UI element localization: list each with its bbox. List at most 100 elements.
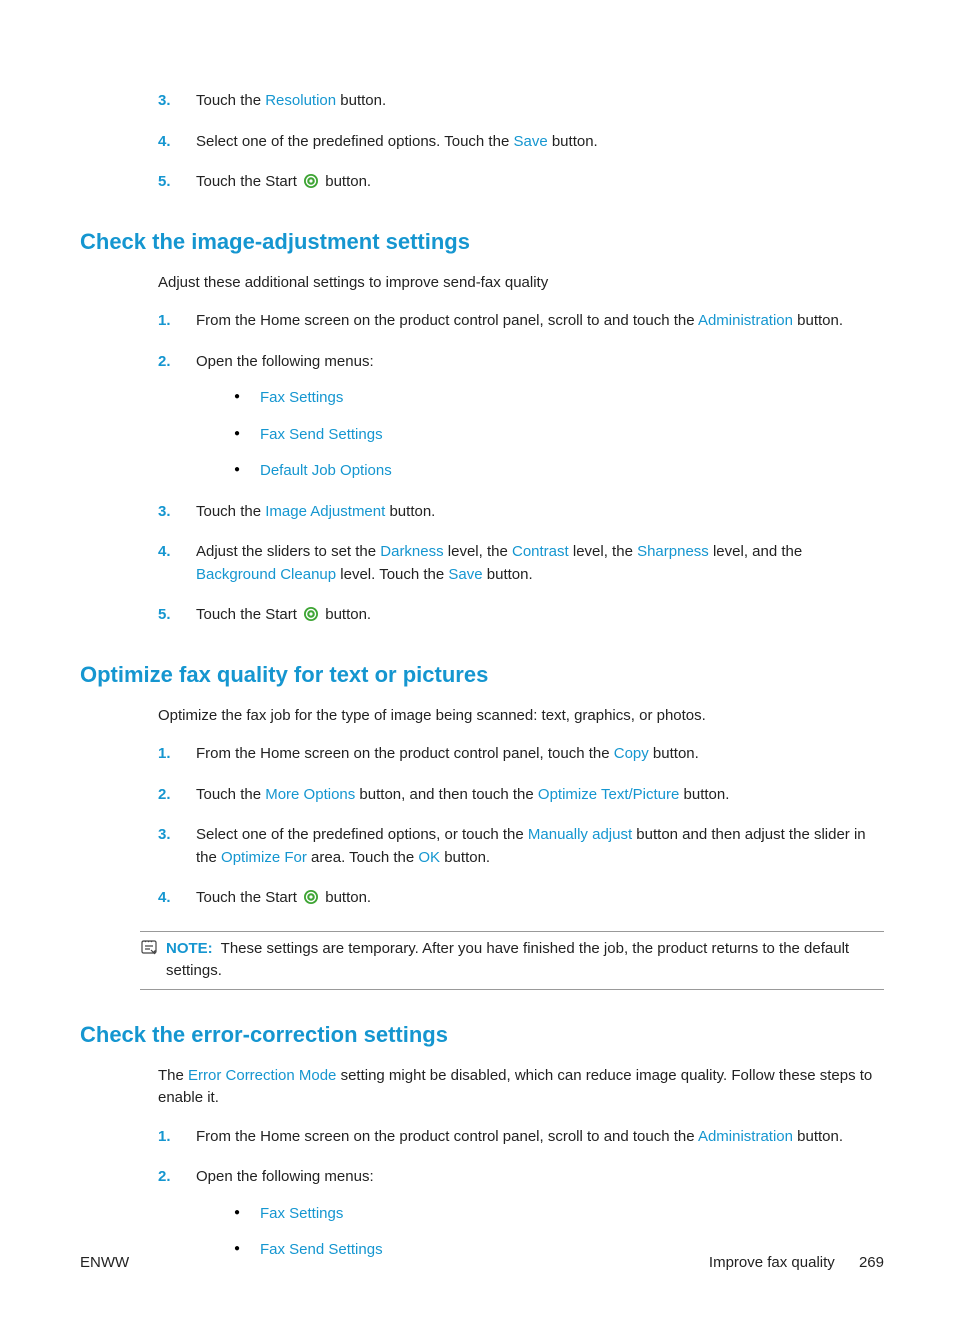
text: button. xyxy=(548,133,598,150)
text: button, and then touch the xyxy=(355,786,538,803)
text: button. xyxy=(336,92,386,109)
ui-label: More Options xyxy=(265,786,355,803)
start-icon xyxy=(303,173,319,197)
step-3: 3. Select one of the predefined options,… xyxy=(158,824,884,869)
step-number: 5. xyxy=(158,604,171,627)
ui-label: OK xyxy=(418,849,440,866)
step-number: 1. xyxy=(158,1126,171,1149)
note-label: NOTE: xyxy=(166,940,213,957)
note-block: NOTE:These settings are temporary. After… xyxy=(140,931,884,990)
text: Touch the Start xyxy=(196,173,301,190)
step-4: 4. Select one of the predefined options.… xyxy=(158,131,884,154)
text: Touch the Start xyxy=(196,889,301,906)
submenu-item: Default Job Options xyxy=(234,460,884,483)
ui-label: Contrast xyxy=(512,543,569,560)
step-1: 1. From the Home screen on the product c… xyxy=(158,743,884,766)
text: The xyxy=(158,1067,188,1084)
text: Open the following menus: xyxy=(196,353,374,370)
step-1: 1. From the Home screen on the product c… xyxy=(158,310,884,333)
note-text-wrap: NOTE:These settings are temporary. After… xyxy=(160,938,884,983)
step-2: 2. Open the following menus: Fax Setting… xyxy=(158,1166,884,1262)
ui-label: Optimize For xyxy=(221,849,307,866)
steps-optimize: 1. From the Home screen on the product c… xyxy=(80,743,884,913)
steps-error-correction: 1. From the Home screen on the product c… xyxy=(80,1126,884,1262)
page-number: 269 xyxy=(859,1254,884,1271)
ui-label: Image Adjustment xyxy=(265,503,385,520)
text: From the Home screen on the product cont… xyxy=(196,745,614,762)
text: button. xyxy=(321,173,371,190)
text: button. xyxy=(321,606,371,623)
steps-continued: 3. Touch the Resolution button. 4. Selec… xyxy=(80,90,884,197)
intro-text: Optimize the fax job for the type of ima… xyxy=(158,705,884,728)
footer-left: ENWW xyxy=(80,1252,129,1275)
text: button. xyxy=(793,1128,843,1145)
ui-label: Background Cleanup xyxy=(196,566,336,583)
ui-label: Save xyxy=(513,133,547,150)
ui-label: Error Correction Mode xyxy=(188,1067,336,1084)
ui-label: Darkness xyxy=(380,543,443,560)
step-number: 1. xyxy=(158,310,171,333)
submenu-item: Fax Settings xyxy=(234,387,884,410)
step-2: 2. Touch the More Options button, and th… xyxy=(158,784,884,807)
page-footer: ENWW Improve fax quality 269 xyxy=(80,1252,884,1275)
text: Adjust the sliders to set the xyxy=(196,543,380,560)
ui-label: Save xyxy=(448,566,482,583)
text: button. xyxy=(649,745,699,762)
text: button. xyxy=(321,889,371,906)
text: button. xyxy=(440,849,490,866)
step-number: 3. xyxy=(158,90,171,113)
step-5: 5. Touch the Start button. xyxy=(158,171,884,197)
text: Touch the xyxy=(196,786,265,803)
step-5: 5. Touch the Start button. xyxy=(158,604,884,630)
text: Touch the xyxy=(196,92,265,109)
ui-label: Manually adjust xyxy=(528,826,632,843)
step-4: 4. Touch the Start button. xyxy=(158,887,884,913)
footer-section: Improve fax quality xyxy=(709,1254,835,1271)
intro-text: Adjust these additional settings to impr… xyxy=(158,272,884,295)
step-3: 3. Touch the Resolution button. xyxy=(158,90,884,113)
text: Select one of the predefined options, or… xyxy=(196,826,528,843)
heading-optimize-fax: Optimize fax quality for text or picture… xyxy=(80,658,884,691)
ui-label: Copy xyxy=(614,745,649,762)
step-number: 5. xyxy=(158,171,171,194)
text: button. xyxy=(483,566,533,583)
text: level, and the xyxy=(709,543,802,560)
ui-label: Administration xyxy=(698,312,793,329)
step-number: 4. xyxy=(158,887,171,910)
text: button. xyxy=(679,786,729,803)
step-number: 2. xyxy=(158,351,171,374)
ui-label: Optimize Text/Picture xyxy=(538,786,679,803)
submenu-list: Fax Settings Fax Send Settings Default J… xyxy=(196,387,884,483)
text: button. xyxy=(385,503,435,520)
step-number: 2. xyxy=(158,1166,171,1189)
heading-image-adjustment: Check the image-adjustment settings xyxy=(80,225,884,258)
note-text: These settings are temporary. After you … xyxy=(166,940,849,980)
page-body: 3. Touch the Resolution button. 4. Selec… xyxy=(0,0,954,1320)
step-number: 3. xyxy=(158,824,171,847)
steps-image-adjustment: 1. From the Home screen on the product c… xyxy=(80,310,884,630)
text: Select one of the predefined options. To… xyxy=(196,133,513,150)
text: Open the following menus: xyxy=(196,1168,374,1185)
text: Touch the Start xyxy=(196,606,301,623)
step-number: 4. xyxy=(158,541,171,564)
text: level, the xyxy=(444,543,512,560)
note-icon xyxy=(140,939,158,965)
text: Touch the xyxy=(196,503,265,520)
step-number: 2. xyxy=(158,784,171,807)
submenu-item: Fax Send Settings xyxy=(234,424,884,447)
step-4: 4. Adjust the sliders to set the Darknes… xyxy=(158,541,884,586)
text: button. xyxy=(793,312,843,329)
submenu-item: Fax Settings xyxy=(234,1203,884,1226)
step-number: 3. xyxy=(158,501,171,524)
step-number: 1. xyxy=(158,743,171,766)
intro-text: The Error Correction Mode setting might … xyxy=(158,1065,884,1110)
footer-right: Improve fax quality 269 xyxy=(709,1252,884,1275)
text: From the Home screen on the product cont… xyxy=(196,312,698,329)
step-number: 4. xyxy=(158,131,171,154)
start-icon xyxy=(303,606,319,630)
step-1: 1. From the Home screen on the product c… xyxy=(158,1126,884,1149)
ui-label: Resolution xyxy=(265,92,336,109)
start-icon xyxy=(303,889,319,913)
text: level. Touch the xyxy=(336,566,448,583)
step-2: 2. Open the following menus: Fax Setting… xyxy=(158,351,884,483)
